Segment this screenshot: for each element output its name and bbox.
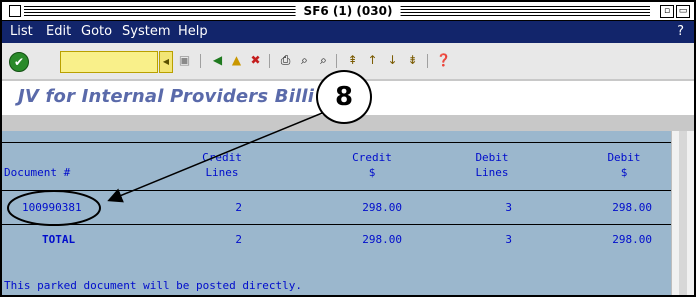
annotation-arrow [107, 108, 333, 203]
annotation-ellipse [7, 190, 101, 226]
annotation-number-circle: 8 [316, 70, 372, 124]
annotation-overlay [7, 108, 333, 226]
annotation-number: 8 [334, 82, 354, 112]
sap-window: SF6 (1) (030) ▫ ▭ List Edit Goto System … [0, 0, 696, 297]
